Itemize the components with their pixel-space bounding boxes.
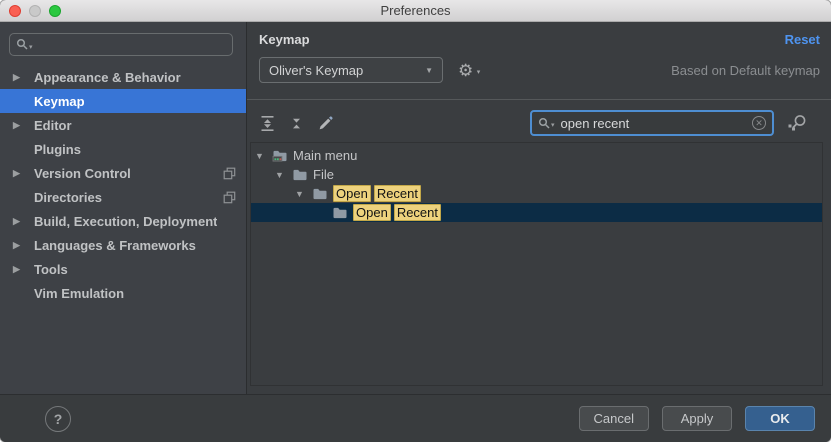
sidebar-item-appearance-behavior[interactable]: ▶ Appearance & Behavior bbox=[0, 65, 246, 89]
cancel-button[interactable]: Cancel bbox=[579, 406, 649, 431]
keymap-settings-panel: Keymap Reset Oliver's Keymap ▼ ⚙▾ Based … bbox=[247, 22, 831, 394]
find-actions-by-shortcut-icon[interactable] bbox=[787, 114, 809, 132]
dialog-body: ▾ ▶ Appearance & Behavior Keymap ▶ Edito… bbox=[0, 22, 831, 394]
sidebar-item-languages-frameworks[interactable]: ▶ Languages & Frameworks bbox=[0, 233, 246, 257]
action-search-input[interactable] bbox=[561, 116, 752, 131]
sidebar-item-editor[interactable]: ▶ Editor bbox=[0, 113, 246, 137]
keymap-toolbar: ▾ ✕ bbox=[259, 108, 809, 138]
folder-icon bbox=[312, 187, 328, 200]
sidebar-item-plugins[interactable]: Plugins bbox=[0, 137, 246, 161]
sidebar-item-label: Languages & Frameworks bbox=[34, 238, 196, 253]
chevron-down-icon[interactable]: ▼ bbox=[275, 170, 292, 180]
project-level-icon bbox=[223, 191, 236, 204]
keymap-select-row: Oliver's Keymap ▼ ⚙▾ Based on Default ke… bbox=[259, 57, 820, 83]
chevron-right-icon: ▶ bbox=[13, 120, 34, 131]
chevron-right-icon: ▶ bbox=[13, 264, 34, 275]
sidebar-item-label: Plugins bbox=[34, 142, 81, 157]
panel-header: Keymap Reset bbox=[247, 31, 831, 48]
chevron-right-icon: ▶ bbox=[13, 240, 34, 251]
folder-icon bbox=[332, 206, 348, 219]
sidebar-item-tools[interactable]: ▶ Tools bbox=[0, 257, 246, 281]
main-menu-icon bbox=[272, 149, 288, 162]
edit-shortcut-icon[interactable] bbox=[317, 115, 334, 132]
search-match-highlight: Open bbox=[353, 204, 391, 221]
titlebar: Preferences bbox=[0, 0, 831, 22]
chevron-right-icon: ▶ bbox=[13, 216, 34, 227]
search-icon bbox=[538, 117, 551, 130]
sidebar-item-version-control[interactable]: ▶ Version Control bbox=[0, 161, 246, 185]
based-on-label: Based on Default keymap bbox=[671, 63, 820, 78]
settings-nav: ▶ Appearance & Behavior Keymap ▶ Editor … bbox=[0, 65, 246, 394]
chevron-down-icon[interactable]: ▼ bbox=[255, 151, 272, 161]
traffic-lights bbox=[9, 0, 61, 22]
chevron-down-icon: ▾ bbox=[477, 64, 481, 81]
project-level-icon bbox=[223, 167, 236, 180]
folder-icon bbox=[292, 168, 308, 181]
ok-button[interactable]: OK bbox=[745, 406, 815, 431]
preferences-window: Preferences ▾ ▶ Appearance & Behavior Ke… bbox=[0, 0, 831, 442]
settings-search-input[interactable] bbox=[37, 37, 226, 52]
actions-tree: ▼ Main menu ▼ File ▼ Open Recent bbox=[250, 142, 823, 386]
chevron-down-icon: ▼ bbox=[425, 66, 433, 75]
search-match-highlight: Recent bbox=[374, 185, 421, 202]
chevron-down-icon[interactable]: ▼ bbox=[295, 189, 312, 199]
expand-all-icon[interactable] bbox=[259, 115, 276, 132]
chevron-right-icon: ▶ bbox=[13, 168, 34, 179]
close-window-button[interactable] bbox=[9, 5, 21, 17]
zoom-window-button[interactable] bbox=[49, 5, 61, 17]
page-title: Keymap bbox=[259, 32, 310, 47]
chevron-right-icon: ▶ bbox=[13, 72, 34, 83]
sidebar-item-label: Keymap bbox=[34, 94, 85, 109]
tree-row-open-recent-selected[interactable]: Open Recent bbox=[251, 203, 822, 222]
sidebar-item-directories[interactable]: Directories bbox=[0, 185, 246, 209]
reset-link[interactable]: Reset bbox=[785, 32, 820, 47]
dialog-footer: ? Cancel Apply OK bbox=[0, 394, 831, 442]
collapse-all-icon[interactable] bbox=[288, 115, 305, 132]
sidebar-item-label: Directories bbox=[34, 190, 102, 205]
keymap-select-value: Oliver's Keymap bbox=[269, 63, 363, 78]
search-match-highlight: Open bbox=[333, 185, 371, 202]
sidebar-item-label: Appearance & Behavior bbox=[34, 70, 181, 85]
sidebar-item-label: Tools bbox=[34, 262, 68, 277]
sidebar-item-keymap[interactable]: Keymap bbox=[0, 89, 246, 113]
settings-search-field[interactable]: ▾ bbox=[9, 33, 233, 56]
search-options-caret-icon: ▾ bbox=[551, 121, 555, 129]
search-match-highlight: Recent bbox=[394, 204, 441, 221]
help-button[interactable]: ? bbox=[45, 406, 71, 432]
tree-row-main-menu[interactable]: ▼ Main menu bbox=[251, 146, 822, 165]
sidebar-item-label: Editor bbox=[34, 118, 72, 133]
tree-row-label: File bbox=[313, 167, 334, 182]
clear-search-icon[interactable]: ✕ bbox=[752, 116, 766, 130]
tree-row-open-recent-group[interactable]: ▼ Open Recent bbox=[251, 184, 822, 203]
gear-icon[interactable]: ⚙▾ bbox=[458, 62, 473, 79]
search-icon bbox=[16, 38, 29, 51]
tree-row-label: Main menu bbox=[293, 148, 357, 163]
header-separator bbox=[247, 99, 831, 100]
window-title: Preferences bbox=[0, 3, 831, 18]
tree-row-file[interactable]: ▼ File bbox=[251, 165, 822, 184]
sidebar-item-build-execution-deployment[interactable]: ▶ Build, Execution, Deployment bbox=[0, 209, 246, 233]
action-search-field[interactable]: ▾ ✕ bbox=[530, 110, 774, 136]
minimize-window-button[interactable] bbox=[29, 5, 41, 17]
keymap-select[interactable]: Oliver's Keymap ▼ bbox=[259, 57, 443, 83]
settings-sidebar: ▾ ▶ Appearance & Behavior Keymap ▶ Edito… bbox=[0, 22, 247, 394]
search-options-caret-icon: ▾ bbox=[29, 43, 33, 51]
sidebar-item-label: Build, Execution, Deployment bbox=[34, 214, 217, 229]
sidebar-item-label: Vim Emulation bbox=[34, 286, 124, 301]
apply-button[interactable]: Apply bbox=[662, 406, 732, 431]
sidebar-item-vim-emulation[interactable]: Vim Emulation bbox=[0, 281, 246, 305]
sidebar-item-label: Version Control bbox=[34, 166, 131, 181]
